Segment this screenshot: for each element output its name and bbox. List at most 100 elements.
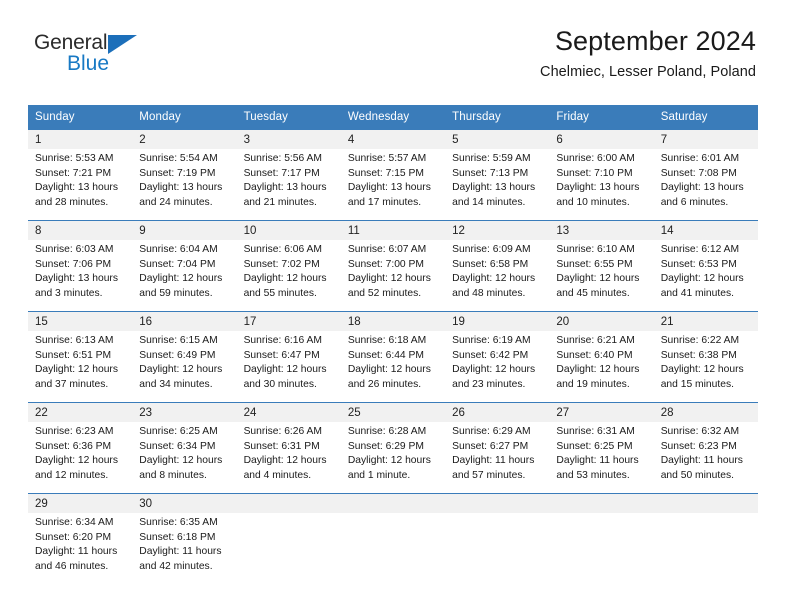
calendar-day-cell[interactable]: 6 Sunrise: 6:00 AM Sunset: 7:10 PM Daylight… bbox=[549, 130, 654, 208]
day-cell-content: 30 Sunrise: 6:35 AM Sunset: 6:18 PM Dayligh… bbox=[132, 494, 237, 572]
calendar-day-cell[interactable]: 30 Sunrise: 6:35 AM Sunset: 6:18 PM Dayligh… bbox=[132, 494, 237, 572]
calendar-day-cell[interactable]: 8 Sunrise: 6:03 AM Sunset: 7:06 PM Daylight… bbox=[28, 221, 133, 299]
calendar-day-cell[interactable]: 2 Sunrise: 5:54 AM Sunset: 7:19 PM Daylight… bbox=[132, 130, 237, 208]
sunset-text: Sunset: 7:02 PM bbox=[243, 258, 320, 270]
day-number bbox=[549, 494, 654, 513]
calendar-day-cell[interactable]: 14 Sunrise: 6:12 AM Sunset: 6:53 PM Dayligh… bbox=[653, 221, 758, 302]
sunset-text: Sunset: 6:23 PM bbox=[660, 440, 737, 452]
calendar-day-cell[interactable]: 26 Sunrise: 6:29 AM Sunset: 6:27 PM Dayligh… bbox=[445, 403, 550, 484]
day-info: Sunrise: 6:07 AM Sunset: 7:00 PM Daylight:… bbox=[341, 240, 445, 302]
daylight-text-line1: Daylight: 12 hours bbox=[347, 455, 431, 467]
calendar-day-cell[interactable]: 22 Sunrise: 6:23 AM Sunset: 6:36 PM Dayligh… bbox=[28, 403, 133, 481]
sunset-text: Sunset: 6:20 PM bbox=[35, 531, 112, 543]
day-cell-content: 13 Sunrise: 6:10 AM Sunset: 6:55 PM Dayligh… bbox=[549, 221, 654, 302]
sunset-text: Sunset: 7:00 PM bbox=[347, 258, 424, 270]
day-info: Sunrise: 6:31 AM Sunset: 6:25 PM Daylight:… bbox=[549, 422, 653, 484]
day-number: 23 bbox=[132, 403, 237, 422]
sunset-text: Sunset: 6:49 PM bbox=[139, 349, 216, 361]
day-number: 2 bbox=[132, 130, 237, 149]
day-number: 18 bbox=[340, 312, 446, 331]
calendar-body: 1 Sunrise: 5:53 AM Sunset: 7:21 PM Daylight… bbox=[28, 129, 758, 575]
calendar-day-cell[interactable]: 24 Sunrise: 6:26 AM Sunset: 6:31 PM Dayligh… bbox=[236, 403, 341, 481]
calendar-day-cell[interactable]: 16 Sunrise: 6:15 AM Sunset: 6:49 PM Dayligh… bbox=[132, 312, 237, 390]
day-info: Sunrise: 6:34 AM Sunset: 6:20 PM Daylight:… bbox=[28, 513, 132, 575]
daylight-text-line1: Daylight: 12 hours bbox=[347, 273, 431, 285]
calendar-page: General Blue September 2024 Chelmiec, Le… bbox=[0, 0, 792, 612]
sunset-text: Sunset: 6:51 PM bbox=[35, 349, 112, 361]
sunset-text: Sunset: 7:04 PM bbox=[139, 258, 216, 270]
daylight-text-line1: Daylight: 11 hours bbox=[35, 546, 118, 558]
day-info: Sunrise: 5:57 AM Sunset: 7:15 PM Daylight:… bbox=[341, 149, 445, 211]
calendar-day-cell[interactable]: 17 Sunrise: 6:16 AM Sunset: 6:47 PM Dayligh… bbox=[236, 312, 341, 390]
day-info: Sunrise: 5:59 AM Sunset: 7:13 PM Daylight:… bbox=[445, 149, 549, 211]
calendar-day-cell[interactable]: 20 Sunrise: 6:21 AM Sunset: 6:40 PM Dayligh… bbox=[549, 312, 654, 393]
day-cell-content: 5 Sunrise: 5:59 AM Sunset: 7:13 PM Daylight… bbox=[445, 130, 550, 211]
calendar-day-cell[interactable]: 21 Sunrise: 6:22 AM Sunset: 6:38 PM Dayligh… bbox=[653, 312, 758, 390]
day-cell-content: 24 Sunrise: 6:26 AM Sunset: 6:31 PM Dayligh… bbox=[236, 403, 341, 481]
daylight-text-line1: Daylight: 12 hours bbox=[35, 364, 118, 376]
calendar-day-cell[interactable]: 12 Sunrise: 6:09 AM Sunset: 6:58 PM Dayligh… bbox=[445, 221, 550, 299]
day-info: Sunrise: 6:25 AM Sunset: 6:34 PM Daylight:… bbox=[132, 422, 236, 484]
calendar-day-cell[interactable]: 5 Sunrise: 5:59 AM Sunset: 7:13 PM Daylight… bbox=[445, 130, 550, 211]
calendar-day-cell[interactable] bbox=[445, 494, 550, 573]
calendar-day-cell[interactable]: 10 Sunrise: 6:06 AM Sunset: 7:02 PM Dayligh… bbox=[236, 221, 341, 299]
day-cell-content: 17 Sunrise: 6:16 AM Sunset: 6:47 PM Dayligh… bbox=[236, 312, 341, 390]
sunrise-text: Sunrise: 6:19 AM bbox=[452, 335, 531, 346]
brand-logo[interactable]: General Blue bbox=[34, 32, 154, 82]
sunrise-text: Sunrise: 5:56 AM bbox=[243, 153, 322, 164]
day-cell-content: 19 Sunrise: 6:19 AM Sunset: 6:42 PM Dayligh… bbox=[445, 312, 550, 390]
day-cell-content bbox=[236, 494, 341, 572]
day-cell-content: 23 Sunrise: 6:25 AM Sunset: 6:34 PM Dayligh… bbox=[132, 403, 237, 484]
daylight-text-line1: Daylight: 12 hours bbox=[556, 364, 640, 376]
triangle-icon bbox=[108, 35, 137, 54]
brand-name-general: General bbox=[34, 31, 108, 54]
calendar-day-cell[interactable]: 3 Sunrise: 5:56 AM Sunset: 7:17 PM Daylight… bbox=[236, 130, 341, 208]
sunrise-text: Sunrise: 6:34 AM bbox=[35, 517, 114, 528]
sunrise-text: Sunrise: 6:06 AM bbox=[243, 244, 322, 255]
daylight-text-line1: Daylight: 12 hours bbox=[452, 273, 536, 285]
calendar-day-cell[interactable] bbox=[549, 494, 654, 573]
sunrise-text: Sunrise: 6:23 AM bbox=[35, 426, 114, 437]
calendar-day-cell[interactable]: 4 Sunrise: 5:57 AM Sunset: 7:15 PM Daylight… bbox=[340, 130, 446, 211]
calendar-day-cell[interactable]: 27 Sunrise: 6:31 AM Sunset: 6:25 PM Dayligh… bbox=[549, 403, 654, 484]
calendar-day-cell[interactable]: 19 Sunrise: 6:19 AM Sunset: 6:42 PM Dayligh… bbox=[445, 312, 550, 390]
day-info: Sunrise: 6:12 AM Sunset: 6:53 PM Daylight:… bbox=[654, 240, 758, 302]
calendar-day-cell[interactable] bbox=[653, 494, 758, 573]
calendar-day-cell[interactable]: 23 Sunrise: 6:25 AM Sunset: 6:34 PM Dayligh… bbox=[132, 403, 237, 484]
day-cell-content: 7 Sunrise: 6:01 AM Sunset: 7:08 PM Daylight… bbox=[653, 130, 758, 211]
calendar-week-row: 15 Sunrise: 6:13 AM Sunset: 6:51 PM Dayligh… bbox=[28, 311, 758, 393]
sunset-text: Sunset: 6:42 PM bbox=[452, 349, 529, 361]
sunrise-text: Sunrise: 6:13 AM bbox=[35, 335, 114, 346]
daylight-text-line1: Daylight: 11 hours bbox=[556, 455, 639, 467]
day-info: Sunrise: 6:29 AM Sunset: 6:27 PM Daylight:… bbox=[445, 422, 549, 484]
calendar-day-cell[interactable]: 1 Sunrise: 5:53 AM Sunset: 7:21 PM Daylight… bbox=[28, 130, 133, 208]
sunrise-text: Sunrise: 6:21 AM bbox=[556, 335, 635, 346]
day-number: 17 bbox=[236, 312, 341, 331]
calendar-week-row: 8 Sunrise: 6:03 AM Sunset: 7:06 PM Daylight… bbox=[28, 220, 758, 302]
calendar-day-cell[interactable]: 9 Sunrise: 6:04 AM Sunset: 7:04 PM Daylight… bbox=[132, 221, 237, 299]
day-cell-content bbox=[445, 494, 550, 572]
calendar-day-cell[interactable] bbox=[236, 494, 341, 573]
calendar-day-cell[interactable]: 7 Sunrise: 6:01 AM Sunset: 7:08 PM Daylight… bbox=[653, 130, 758, 211]
sunrise-text: Sunrise: 6:03 AM bbox=[35, 244, 114, 255]
calendar-day-cell[interactable] bbox=[340, 494, 446, 573]
calendar-day-cell[interactable]: 15 Sunrise: 6:13 AM Sunset: 6:51 PM Dayligh… bbox=[28, 312, 133, 390]
calendar-day-cell[interactable]: 29 Sunrise: 6:34 AM Sunset: 6:20 PM Dayligh… bbox=[28, 494, 133, 575]
day-cell-content: 29 Sunrise: 6:34 AM Sunset: 6:20 PM Dayligh… bbox=[28, 494, 133, 575]
day-info: Sunrise: 6:10 AM Sunset: 6:55 PM Daylight:… bbox=[549, 240, 653, 302]
calendar-day-cell[interactable]: 28 Sunrise: 6:32 AM Sunset: 6:23 PM Dayligh… bbox=[653, 403, 758, 481]
day-cell-content: 3 Sunrise: 5:56 AM Sunset: 7:17 PM Daylight… bbox=[236, 130, 341, 208]
day-cell-content: 14 Sunrise: 6:12 AM Sunset: 6:53 PM Dayligh… bbox=[653, 221, 758, 302]
day-number: 13 bbox=[549, 221, 654, 240]
day-info bbox=[654, 513, 758, 516]
calendar-day-cell[interactable]: 13 Sunrise: 6:10 AM Sunset: 6:55 PM Dayligh… bbox=[549, 221, 654, 302]
calendar-day-cell[interactable]: 18 Sunrise: 6:18 AM Sunset: 6:44 PM Dayligh… bbox=[340, 312, 446, 390]
day-info: Sunrise: 6:01 AM Sunset: 7:08 PM Daylight:… bbox=[654, 149, 758, 211]
day-info: Sunrise: 6:21 AM Sunset: 6:40 PM Daylight:… bbox=[549, 331, 653, 393]
day-number: 1 bbox=[28, 130, 133, 149]
calendar-day-cell[interactable]: 25 Sunrise: 6:28 AM Sunset: 6:29 PM Dayligh… bbox=[340, 403, 446, 481]
calendar-day-cell[interactable]: 11 Sunrise: 6:07 AM Sunset: 7:00 PM Dayligh… bbox=[340, 221, 446, 302]
sunrise-text: Sunrise: 6:25 AM bbox=[139, 426, 218, 437]
daylight-text-line1: Daylight: 13 hours bbox=[139, 182, 223, 194]
sunrise-text: Sunrise: 6:01 AM bbox=[660, 153, 740, 164]
